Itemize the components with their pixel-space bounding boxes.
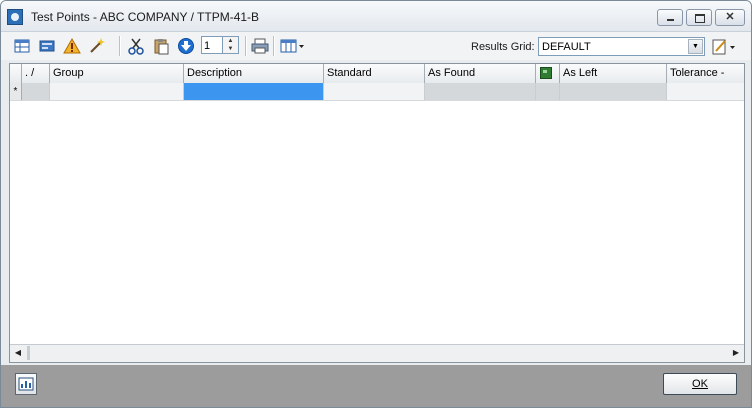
column-header-description[interactable]: Description	[184, 64, 324, 83]
row-selector-header	[10, 64, 22, 83]
column-header-as-found[interactable]: As Found	[425, 64, 536, 83]
bottom-bar: OK	[1, 365, 751, 407]
minimize-button[interactable]	[657, 9, 683, 26]
results-grid-select[interactable]: DEFAULT ▼	[538, 37, 705, 56]
ok-button[interactable]: OK	[663, 373, 737, 395]
column-header-standard[interactable]: Standard	[324, 64, 425, 83]
paste-icon[interactable]	[152, 37, 170, 55]
minimize-icon	[658, 10, 682, 25]
new-row-marker: *	[10, 83, 22, 100]
cell-sort[interactable]	[22, 83, 50, 100]
cell-tolerance[interactable]	[667, 83, 744, 100]
test-points-grid[interactable]: . / Group Description Standard As Found …	[9, 63, 745, 363]
cell-group[interactable]	[50, 83, 184, 100]
warning-icon[interactable]	[63, 37, 81, 55]
toolbar-separator	[273, 36, 275, 56]
grid-layout-icon[interactable]	[280, 37, 306, 55]
cell-as-left[interactable]	[560, 83, 667, 100]
print-icon[interactable]	[251, 37, 269, 55]
report-button[interactable]	[15, 373, 37, 395]
horizontal-scrollbar[interactable]: ◀ ▶	[10, 344, 744, 362]
results-grid-value: DEFAULT	[542, 41, 591, 53]
cell-description[interactable]	[184, 83, 324, 100]
maximize-button[interactable]	[686, 9, 712, 26]
column-header-tolerance[interactable]: Tolerance -	[667, 64, 744, 83]
edit-icon[interactable]	[711, 37, 737, 56]
title-bar[interactable]: Test Points - ABC COMPANY / TTPM-41-B ✕	[1, 1, 751, 32]
scroll-left-icon[interactable]: ◀	[10, 345, 26, 361]
report-icon	[18, 377, 34, 391]
window-title: Test Points - ABC COMPANY / TTPM-41-B	[31, 10, 260, 24]
maximize-icon	[687, 10, 711, 25]
column-header-sort[interactable]: . /	[22, 64, 50, 83]
count-spinner[interactable]: ▲ ▼	[223, 36, 239, 54]
toolbar-separator	[245, 36, 247, 56]
spin-up-icon[interactable]: ▲	[223, 37, 238, 45]
ok-label: OK	[692, 378, 708, 390]
record-icon[interactable]	[38, 37, 56, 55]
spin-down-icon[interactable]: ▼	[223, 45, 238, 53]
grid-header: . / Group Description Standard As Found …	[10, 64, 744, 84]
close-button[interactable]: ✕	[715, 9, 745, 26]
new-row[interactable]: *	[10, 83, 744, 101]
test-points-window: Test Points - ABC COMPANY / TTPM-41-B ✕ …	[0, 0, 752, 408]
cut-icon[interactable]	[127, 37, 145, 55]
table-view-icon[interactable]	[13, 37, 31, 55]
cell-as-found[interactable]	[425, 83, 536, 100]
flag-icon	[540, 67, 552, 79]
close-icon: ✕	[725, 11, 735, 23]
cell-standard[interactable]	[324, 83, 425, 100]
toolbar: 1 ▲ ▼ Results Grid: DEFAULT ▼	[1, 32, 751, 60]
scroll-right-icon[interactable]: ▶	[728, 345, 744, 361]
app-icon	[7, 9, 23, 25]
toolbar-separator	[119, 36, 121, 56]
scroll-thumb[interactable]	[27, 346, 30, 360]
magic-wand-icon[interactable]	[88, 37, 106, 55]
cell-flag[interactable]	[536, 83, 560, 100]
results-grid-label: Results Grid:	[471, 41, 535, 53]
column-header-group[interactable]: Group	[50, 64, 184, 83]
count-spinner-input[interactable]: 1	[201, 36, 223, 54]
chevron-down-icon[interactable]: ▼	[688, 39, 703, 54]
download-icon[interactable]	[177, 37, 195, 55]
column-header-as-left[interactable]: As Left	[560, 64, 667, 83]
column-header-flag[interactable]	[536, 64, 560, 83]
